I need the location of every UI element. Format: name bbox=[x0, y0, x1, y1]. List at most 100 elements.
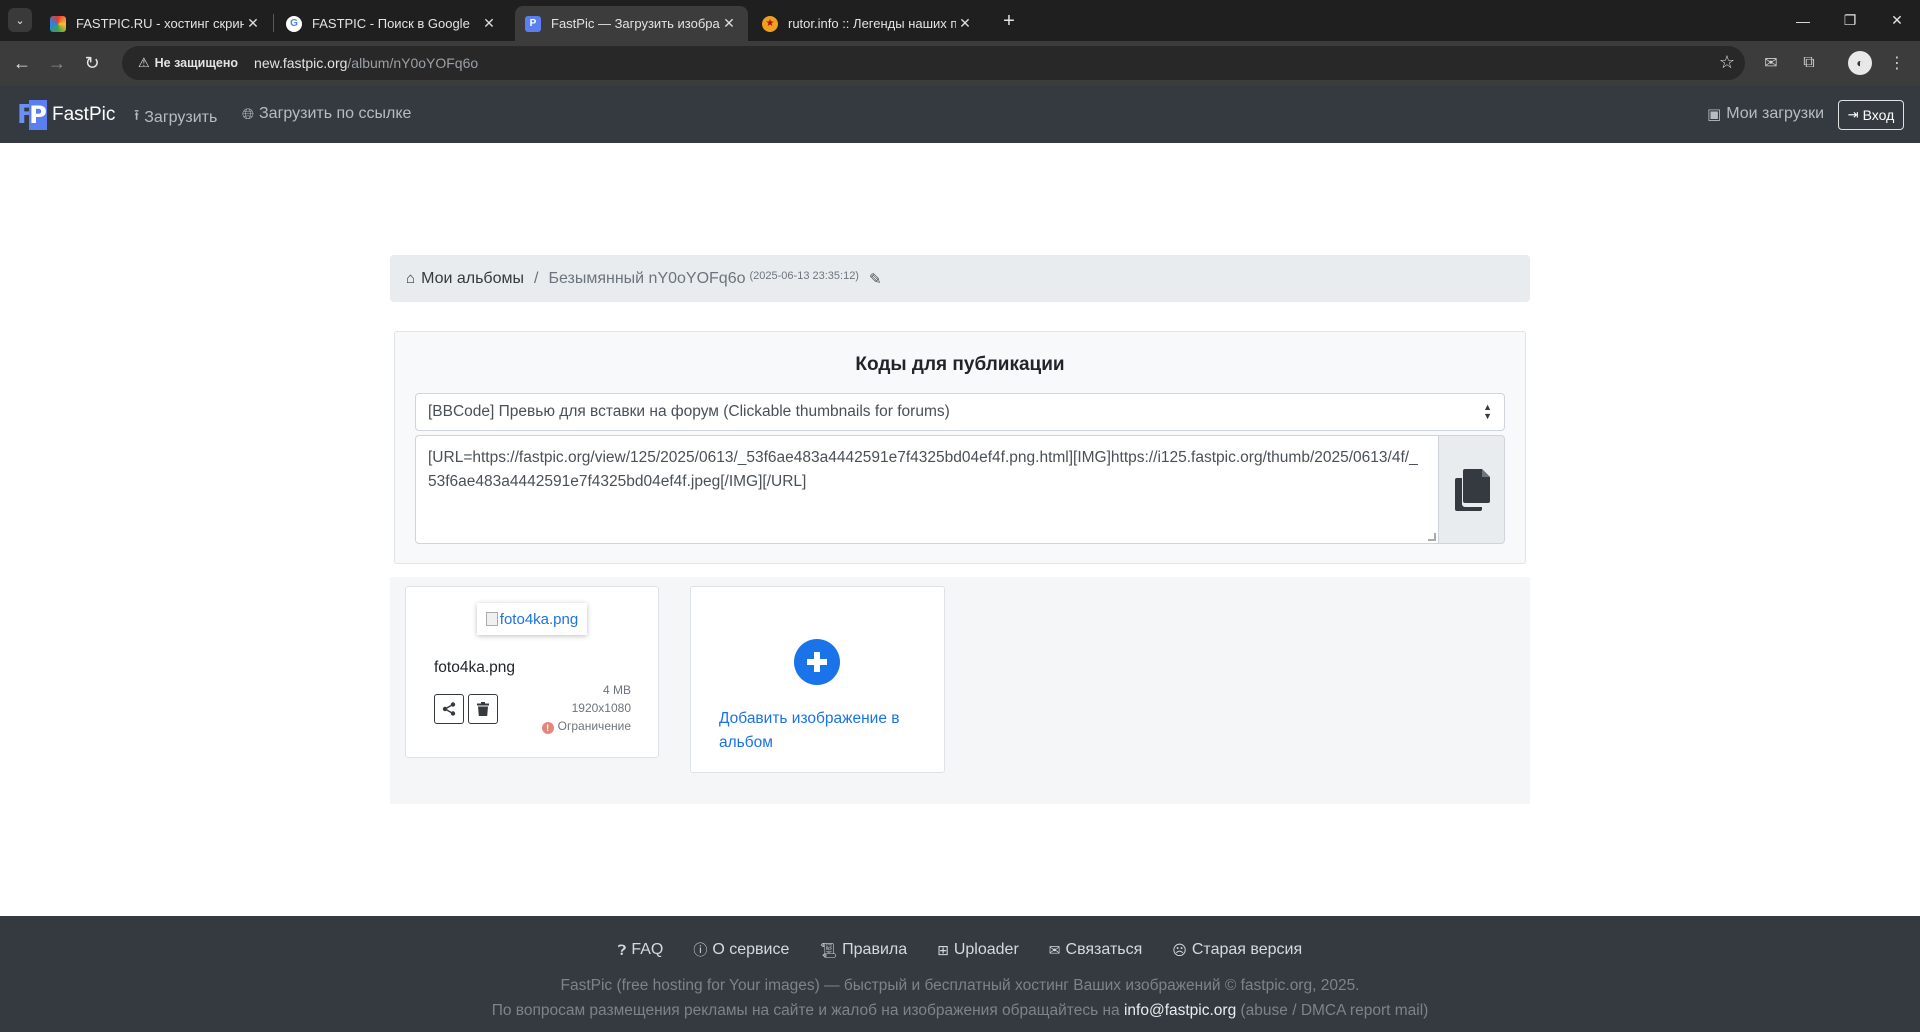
footer-link-contact[interactable]: ✉ Связаться bbox=[1049, 940, 1142, 960]
scroll-icon: 📜︎ bbox=[819, 941, 838, 958]
code-textarea[interactable]: [URL=https://fastpic.org/view/125/2025/0… bbox=[415, 435, 1438, 544]
footer-link-label: FAQ bbox=[631, 941, 664, 958]
forward-icon[interactable]: → bbox=[43, 49, 71, 77]
footer-links: ❓︎ FAQ ⓘ О сервисе 📜︎ Правила ⊞ Uploader ✉ Св… bbox=[0, 940, 1920, 960]
footer-email-link[interactable]: info@fastpic.org bbox=[1124, 1002, 1236, 1019]
breadcrumb-my-albums[interactable]: ⌂ Мои альбомы bbox=[406, 270, 524, 288]
code-format-select[interactable]: [BBCode] Превью для вставки на форум (Cl… bbox=[415, 393, 1505, 431]
images-icon: ▣ bbox=[1707, 106, 1722, 123]
url-path: /album/nY0oYOFq6o bbox=[347, 55, 479, 71]
brand-name: FastPic bbox=[52, 104, 116, 125]
image-card: foto4ka.png foto4ka.png 4 MB 1920x1080 !… bbox=[405, 586, 659, 758]
copy-icon bbox=[1454, 468, 1490, 511]
footer-tagline: FastPic (free hosting for Your images) —… bbox=[560, 977, 1360, 994]
album-title: Безымянный nY0oYOFq6o bbox=[548, 269, 746, 287]
tab-search-button[interactable]: ⌄ bbox=[8, 8, 32, 32]
resize-handle[interactable] bbox=[1428, 533, 1436, 541]
close-tab-icon[interactable]: ✕ bbox=[480, 15, 498, 32]
tab-title: FASTPIC - Поиск в Google bbox=[312, 16, 470, 31]
close-tab-icon[interactable]: ✕ bbox=[956, 15, 974, 32]
browser-tab-fastpic-active[interactable]: P FastPic — Загрузить изображение ✕ bbox=[515, 6, 748, 41]
back-icon[interactable]: ← bbox=[8, 49, 36, 77]
new-tab-icon[interactable]: + bbox=[996, 8, 1022, 34]
extensions-puzzle-icon[interactable]: ⧉ bbox=[1796, 50, 1822, 76]
browser-tab-fastpic-ru[interactable]: FASTPIC.RU - хостинг скриншотов ✕ bbox=[40, 6, 272, 41]
tab-divider bbox=[273, 14, 274, 32]
tab-title: FastPic — Загрузить изображение bbox=[551, 16, 720, 31]
footer-contact-line: По вопросам размещения рекламы на сайте … bbox=[0, 1002, 1920, 1020]
broken-image-icon bbox=[485, 612, 498, 626]
close-tab-icon[interactable]: ✕ bbox=[720, 15, 738, 32]
image-thumbnail[interactable]: foto4ka.png bbox=[477, 603, 587, 635]
nav-my-uploads[interactable]: ▣ Мои загрузки bbox=[1707, 105, 1824, 123]
minimize-icon[interactable]: — bbox=[1780, 0, 1826, 41]
footer-link-faq[interactable]: ❓︎ FAQ bbox=[618, 940, 663, 960]
footer-link-uploader[interactable]: ⊞ Uploader bbox=[937, 940, 1019, 960]
google-icon: G bbox=[286, 15, 302, 32]
mail-extension-icon[interactable]: ✉ bbox=[1758, 50, 1784, 76]
browser-toolbar: ← → ↻ ⚠ Не защищено new.fastpic.org/albu… bbox=[0, 41, 1920, 86]
close-tab-icon[interactable]: ✕ bbox=[244, 15, 262, 32]
footer-link-old-version[interactable]: ☹ Старая версия bbox=[1172, 940, 1302, 960]
fastpic-ru-icon bbox=[50, 15, 66, 32]
image-filename: foto4ka.png bbox=[434, 659, 516, 676]
exclamation-circle-icon: ! bbox=[541, 722, 554, 734]
image-size: 4 MB bbox=[602, 683, 631, 697]
image-restriction[interactable]: ! Ограничение bbox=[541, 719, 631, 734]
fastpic-logo[interactable]: FP FastPic bbox=[17, 100, 115, 130]
rutor-icon: ★ bbox=[762, 15, 778, 32]
footer-link-label: Связаться bbox=[1065, 941, 1143, 958]
share-button[interactable] bbox=[434, 694, 464, 724]
url-text[interactable]: new.fastpic.org/album/nY0oYOFq6o bbox=[254, 55, 478, 71]
nav-my-uploads-label: Мои загрузки bbox=[1726, 105, 1825, 122]
browser-menu-icon[interactable]: ⋮ bbox=[1884, 50, 1910, 76]
security-label: Не защищено bbox=[154, 56, 239, 70]
nav-upload-by-link-label: Загрузить по ссылке bbox=[259, 105, 412, 122]
login-button[interactable]: ⇥ Вход bbox=[1838, 100, 1904, 130]
album-date: (2025-06-13 23:35:12) bbox=[749, 269, 859, 282]
close-window-icon[interactable]: ✕ bbox=[1874, 0, 1920, 41]
code-format-selected: [BBCode] Превью для вставки на форум (Cl… bbox=[428, 403, 950, 420]
bookmark-star-icon[interactable]: ☆ bbox=[1719, 52, 1735, 73]
restriction-label: Ограничение bbox=[557, 719, 631, 733]
frown-icon: ☹ bbox=[1172, 941, 1187, 958]
windows-icon: ⊞ bbox=[937, 941, 949, 958]
add-image-link[interactable]: Добавить изображение в альбом bbox=[719, 707, 919, 755]
security-indicator[interactable]: ⚠ Не защищено bbox=[130, 51, 246, 75]
profile-avatar-icon[interactable]: ◐ bbox=[1848, 51, 1872, 75]
nav-upload-link[interactable]: ⭱ Загрузить bbox=[134, 105, 217, 130]
restore-icon[interactable]: ❐ bbox=[1827, 0, 1873, 41]
upload-icon: ⭱ bbox=[134, 107, 140, 124]
site-footer: ❓︎ FAQ ⓘ О сервисе 📜︎ Правила ⊞ Uploader ✉ Св… bbox=[0, 916, 1920, 1032]
info-circle-icon: ⓘ bbox=[693, 942, 708, 958]
footer-ads-suffix: (abuse / DMCA report mail) bbox=[1240, 1002, 1429, 1019]
pencil-icon[interactable]: ✎ bbox=[869, 270, 882, 288]
tab-title: rutor.info :: Легенды наших предков bbox=[788, 16, 956, 31]
browser-tab-google[interactable]: G FASTPIC - Поиск в Google ✕ bbox=[276, 6, 508, 41]
question-circle-icon: ❓︎ bbox=[617, 941, 627, 958]
address-bar[interactable]: ⚠ Не защищено new.fastpic.org/album/nY0o… bbox=[122, 46, 1745, 80]
plus-circle-icon bbox=[794, 639, 840, 685]
browser-tab-rutor[interactable]: ★ rutor.info :: Легенды наших предков ✕ bbox=[752, 6, 984, 41]
nav-upload-by-link[interactable]: 🌐︎ Загрузить по ссылке bbox=[242, 105, 411, 123]
delete-button[interactable] bbox=[468, 694, 498, 724]
url-host: new.fastpic.org bbox=[254, 55, 348, 71]
nav-upload-label: Загрузить bbox=[144, 108, 218, 126]
add-image-card[interactable]: Добавить изображение в альбом bbox=[690, 586, 945, 773]
tab-title: FASTPIC.RU - хостинг скриншотов bbox=[76, 16, 244, 31]
publish-codes-title: Коды для публикации bbox=[855, 354, 1065, 375]
copy-button[interactable] bbox=[1438, 435, 1505, 544]
fastpic-logo-icon: FP bbox=[17, 100, 47, 130]
breadcrumb: ⌂ Мои альбомы / Безымянный nY0oYOFq6o (2… bbox=[390, 255, 1530, 302]
footer-link-label: Uploader bbox=[953, 941, 1019, 958]
footer-link-label: О сервисе bbox=[712, 941, 790, 958]
home-icon: ⌂ bbox=[406, 270, 416, 287]
thumbnail-alt-text: foto4ka.png bbox=[499, 610, 579, 628]
footer-link-rules[interactable]: 📜︎ Правила bbox=[819, 940, 907, 960]
footer-link-about[interactable]: ⓘ О сервисе bbox=[693, 940, 789, 960]
code-text: [URL=https://fastpic.org/view/125/2025/0… bbox=[428, 449, 1418, 490]
fastpic-icon: P bbox=[525, 15, 541, 32]
envelope-icon: ✉ bbox=[1048, 941, 1061, 958]
reload-icon[interactable]: ↻ bbox=[78, 49, 106, 77]
publish-codes-card: Коды для публикации [BBCode] Превью для … bbox=[394, 331, 1526, 564]
